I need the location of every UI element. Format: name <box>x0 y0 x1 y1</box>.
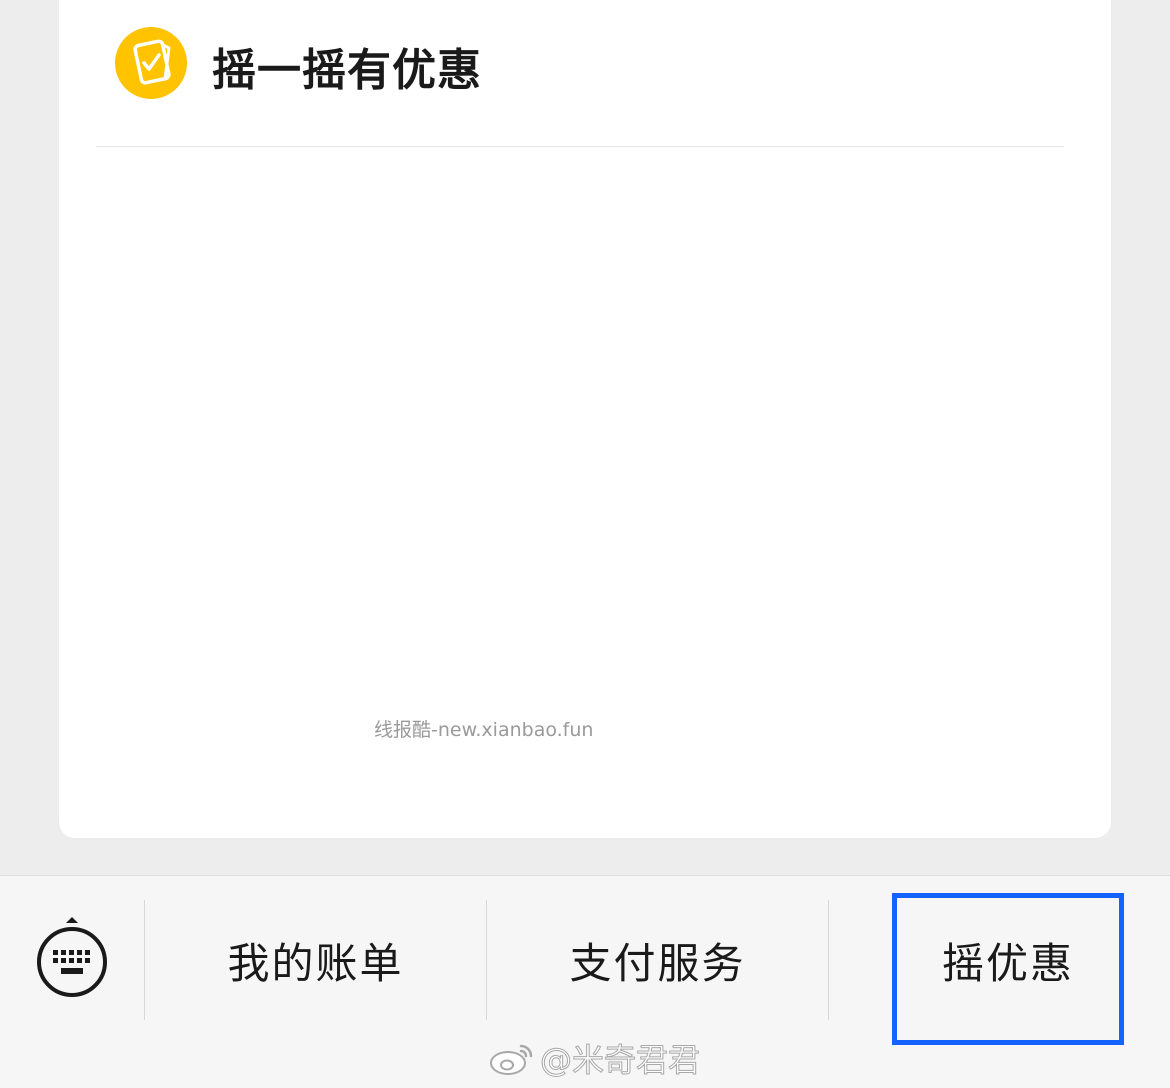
weibo-icon <box>490 1044 533 1075</box>
card-header: 摇一摇有优惠 <box>59 0 1111 146</box>
coupon-card-icon <box>115 27 187 99</box>
menu-item-my-bill[interactable]: 我的账单 <box>145 900 486 1020</box>
header-divider <box>96 146 1064 147</box>
shake-coupon-card: 摇一摇有优惠 线报酷-new.xianbao.fun <box>59 0 1111 838</box>
highlight-annotation-box <box>892 893 1124 1045</box>
bottom-menu-bar: 我的账单 支付服务 摇优惠 @米奇君君 <box>0 875 1170 1088</box>
card-title: 摇一摇有优惠 <box>212 45 482 96</box>
menu-divider <box>828 900 829 1020</box>
menu-item-payment-service[interactable]: 支付服务 <box>487 900 828 1020</box>
weibo-watermark: @米奇君君 <box>488 1038 701 1080</box>
keyboard-toggle-button[interactable] <box>36 916 108 1006</box>
weibo-watermark-text: @米奇君君 <box>539 1041 701 1080</box>
site-watermark: 线报酷-new.xianbao.fun <box>374 719 594 741</box>
keyboard-icon <box>37 917 107 997</box>
